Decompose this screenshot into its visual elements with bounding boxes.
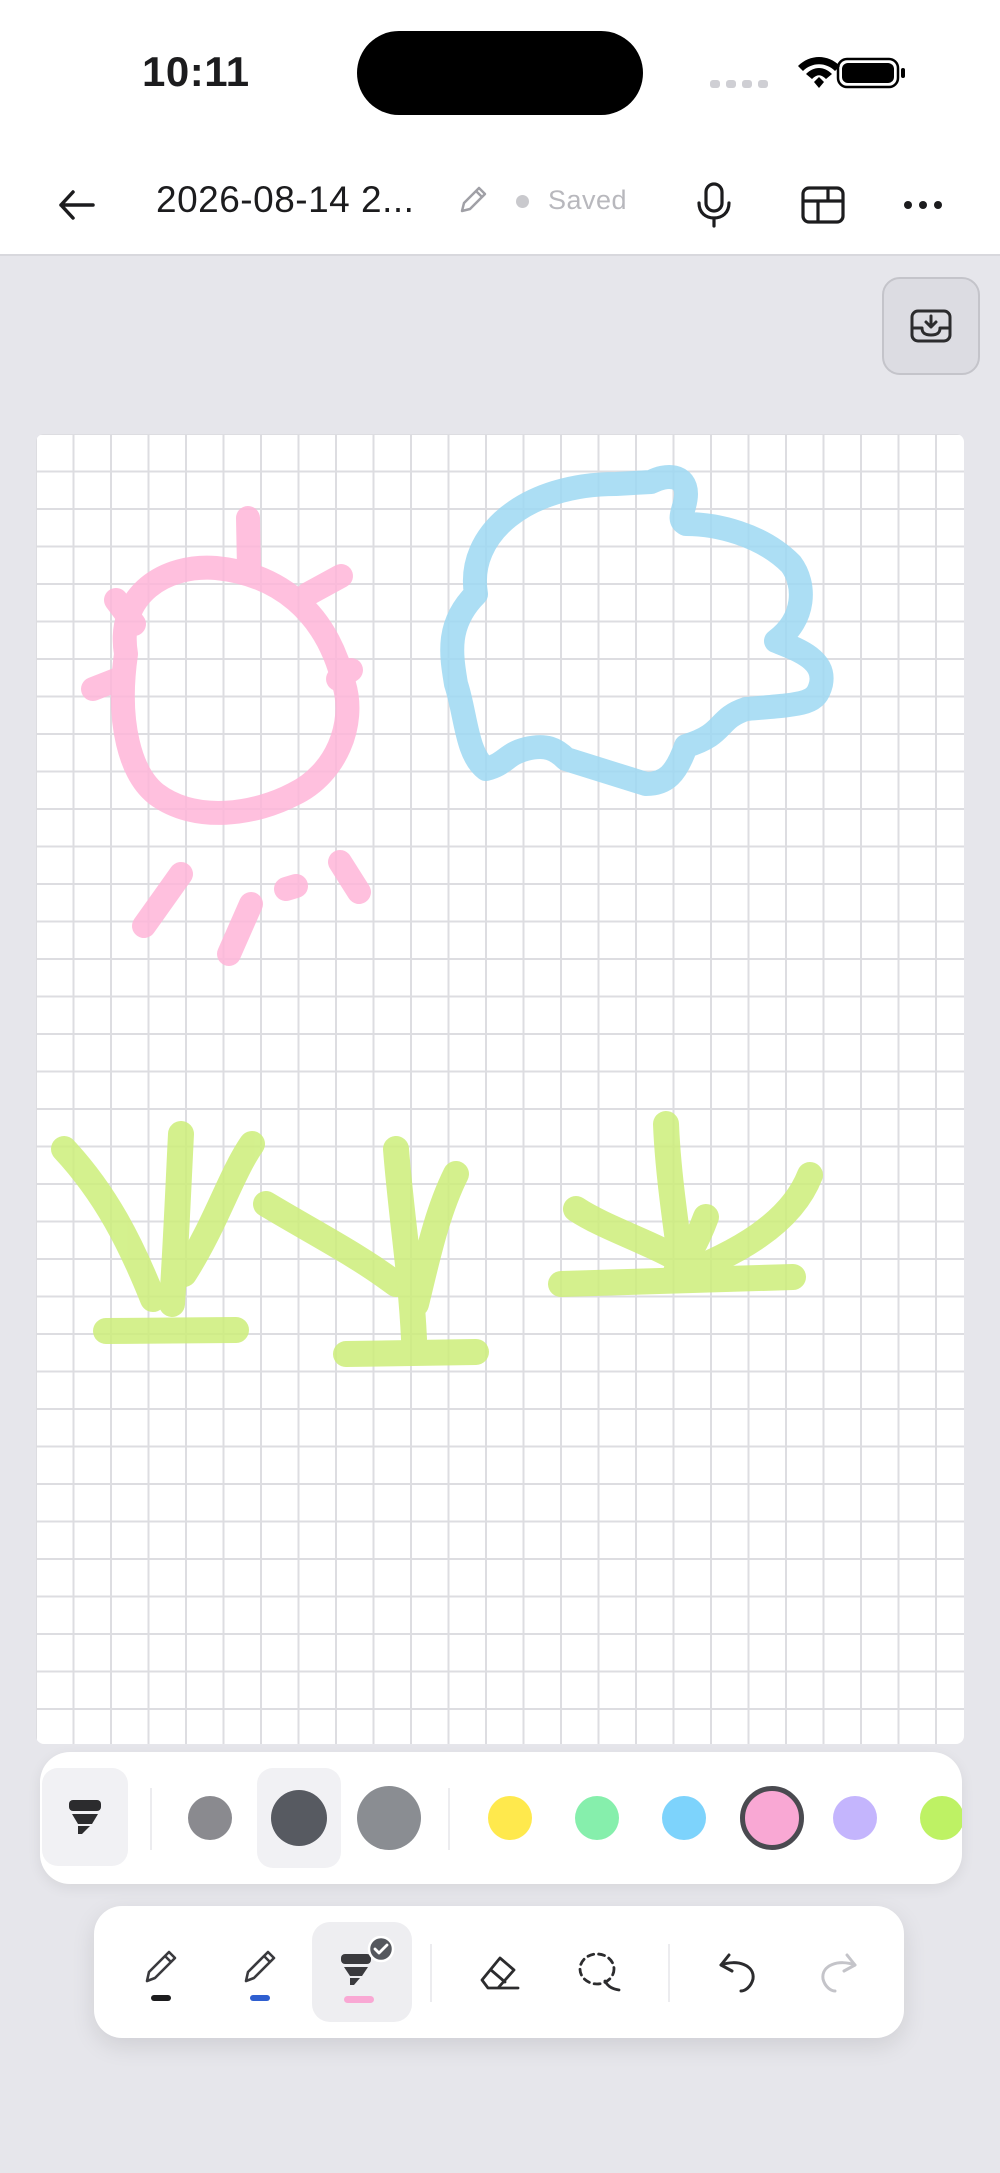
size-dot xyxy=(357,1786,421,1850)
more-horizontal-icon xyxy=(904,201,942,209)
status-time: 10:11 xyxy=(142,48,250,95)
pen-tool-blue[interactable] xyxy=(220,1926,300,2018)
redo-icon xyxy=(821,1953,857,1993)
cloud-drawing xyxy=(440,465,834,796)
dynamic-island xyxy=(357,31,643,115)
wifi-icon xyxy=(798,57,840,88)
more-button[interactable] xyxy=(888,170,958,240)
divider xyxy=(150,1788,152,1850)
back-button[interactable] xyxy=(42,170,112,240)
color-green[interactable] xyxy=(575,1796,619,1840)
undo-button[interactable] xyxy=(698,1932,778,2012)
size-medium[interactable] xyxy=(257,1768,341,1868)
back-arrow-icon xyxy=(59,190,95,220)
active-tool-button[interactable] xyxy=(42,1768,128,1866)
battery-icon xyxy=(836,57,905,89)
eraser-tool[interactable] xyxy=(459,1932,539,2012)
color-purple[interactable] xyxy=(833,1796,877,1840)
size-dot xyxy=(188,1796,232,1840)
color-yellow[interactable] xyxy=(488,1796,532,1840)
undo-icon xyxy=(719,1953,755,1993)
divider xyxy=(430,1944,432,2002)
pen-icon xyxy=(145,1950,177,2001)
pencil-edit-icon xyxy=(460,186,487,213)
sun-drawing xyxy=(81,506,371,966)
status-bar: 10:11 xyxy=(0,0,1000,150)
lasso-icon xyxy=(578,1952,621,1992)
note-header: 2026-08-14 2... Saved xyxy=(0,150,1000,256)
saved-dot xyxy=(516,195,529,208)
rename-button[interactable] xyxy=(456,183,490,222)
divider xyxy=(448,1788,450,1850)
ink-layer xyxy=(51,465,834,1367)
pen-icon xyxy=(244,1950,276,2001)
eraser-icon xyxy=(480,1956,520,1990)
drawing-canvas[interactable] xyxy=(36,434,964,1744)
highlighter-icon xyxy=(341,1936,395,2003)
grass-drawing xyxy=(548,1111,823,1297)
save-status: Saved xyxy=(548,185,628,215)
color-lime[interactable] xyxy=(920,1796,962,1840)
color-blue[interactable] xyxy=(662,1796,706,1840)
microphone-icon xyxy=(697,182,731,228)
size-dot xyxy=(271,1790,327,1846)
drawing-toolbar xyxy=(94,1906,904,2038)
size-large[interactable] xyxy=(349,1778,429,1858)
divider xyxy=(668,1944,670,2002)
note-title[interactable]: 2026-08-14 2... xyxy=(156,179,414,221)
import-button[interactable] xyxy=(882,277,980,375)
inbox-download-icon xyxy=(910,309,952,343)
grass-drawing xyxy=(253,1136,489,1367)
pen-tool-black[interactable] xyxy=(121,1926,201,2018)
highlighter-tool-selected[interactable] xyxy=(312,1922,412,2022)
layout-icon xyxy=(801,186,845,224)
layout-button[interactable] xyxy=(788,170,858,240)
size-small[interactable] xyxy=(170,1778,250,1858)
redo-button[interactable] xyxy=(798,1932,878,2012)
highlighter-style-bar xyxy=(40,1752,962,1884)
grass-drawing xyxy=(51,1121,265,1344)
lasso-tool[interactable] xyxy=(559,1932,639,2012)
microphone-button[interactable] xyxy=(679,170,749,240)
signal-icon xyxy=(710,80,768,88)
status-icons xyxy=(710,57,905,89)
highlighter-icon xyxy=(69,1800,101,1834)
color-pink-selected[interactable] xyxy=(740,1786,804,1850)
